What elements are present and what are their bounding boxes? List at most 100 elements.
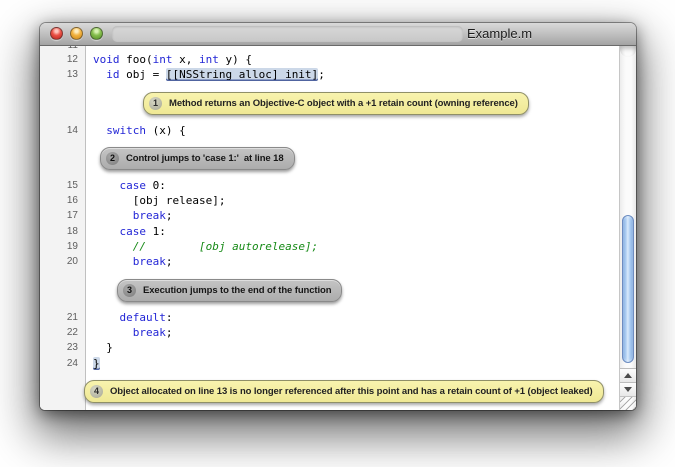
line-number: 13 xyxy=(40,67,85,82)
code-rows: 12void foo(int x, int y) {13 id obj = [[… xyxy=(40,52,619,403)
arrow-up-icon xyxy=(624,369,632,378)
close-button[interactable] xyxy=(50,27,63,40)
code-segment xyxy=(93,225,120,238)
code-text: break; xyxy=(85,325,619,340)
code-segment: case xyxy=(120,225,147,238)
scroll-down-button[interactable] xyxy=(620,382,636,396)
arrow-down-icon xyxy=(624,387,632,396)
code-text: [obj release]; xyxy=(85,193,619,208)
code-text: case 1: xyxy=(85,224,619,239)
line-number xyxy=(40,380,85,403)
code-line: 15 case 0: xyxy=(40,178,619,193)
code-line: 17 break; xyxy=(40,208,619,223)
code-segment: (x) { xyxy=(146,124,186,137)
annotation-row: 2 Control jumps to 'case 1:' at line 18 xyxy=(40,147,619,170)
code-segment: ; xyxy=(166,255,173,268)
code-text: void foo(int x, int y) { xyxy=(85,52,619,67)
code-segment: 0: xyxy=(146,179,166,192)
code-text: default: xyxy=(85,310,619,325)
bubble-number-badge: 1 xyxy=(149,97,162,110)
bubble-text: Execution jumps to the end of the functi… xyxy=(143,285,331,296)
code-segment: : xyxy=(166,311,173,324)
code-segment: // [obj autorelease]; xyxy=(133,240,318,253)
code-segment: foo( xyxy=(120,53,153,66)
code-line: 23 } xyxy=(40,340,619,355)
resize-grip-icon[interactable] xyxy=(620,396,636,410)
line-number: 19 xyxy=(40,239,85,254)
code-text: case 0: xyxy=(85,178,619,193)
titlebar-strip xyxy=(112,26,463,42)
code-segment: x, xyxy=(173,53,200,66)
code-segment: case xyxy=(120,179,147,192)
editor-content: 11 12void foo(int x, int y) {13 id obj =… xyxy=(40,46,636,410)
code-line: 21 default: xyxy=(40,310,619,325)
code-segment xyxy=(93,311,120,324)
line-number: 18 xyxy=(40,224,85,239)
code-text: } xyxy=(85,356,619,371)
line-number xyxy=(40,147,85,170)
code-segment: default xyxy=(120,311,166,324)
line-number: 22 xyxy=(40,325,85,340)
annotation-cell: 2 Control jumps to 'case 1:' at line 18 xyxy=(85,147,619,170)
line-number: 17 xyxy=(40,208,85,223)
analyzer-bubble-1: 1 Method returns an Objective-C object wi… xyxy=(143,92,529,115)
code-text: break; xyxy=(85,208,619,223)
code-segment: break xyxy=(133,255,166,268)
code-segment: [obj release]; xyxy=(93,194,225,207)
analyzer-highlight: } xyxy=(93,357,100,370)
analyzer-bubble-2: 2 Control jumps to 'case 1:' at line 18 xyxy=(100,147,295,170)
desktop-background: Example.m 11 12void foo(int x, int y) {1… xyxy=(0,0,675,467)
code-segment: } xyxy=(93,341,113,354)
line-number xyxy=(40,279,85,302)
line-number: 20 xyxy=(40,254,85,269)
bubble-number-badge: 3 xyxy=(123,284,136,297)
line-number: 23 xyxy=(40,340,85,355)
traffic-lights xyxy=(50,27,103,40)
annotation-row: 4 Object allocated on line 13 is no longe… xyxy=(40,380,619,403)
vertical-scrollbar[interactable] xyxy=(619,46,636,410)
code-segment xyxy=(93,240,133,253)
analyzer-highlight: [[NSString alloc] init] xyxy=(166,68,318,81)
code-text: switch (x) { xyxy=(85,123,619,138)
zoom-button[interactable] xyxy=(90,27,103,40)
analyzer-bubble-4: 4 Object allocated on line 13 is no longe… xyxy=(84,380,604,403)
line-number: 24 xyxy=(40,356,85,371)
line-number: 14 xyxy=(40,123,85,138)
line-number: 16 xyxy=(40,193,85,208)
line-number: 12 xyxy=(40,52,85,67)
code-pane[interactable]: 11 12void foo(int x, int y) {13 id obj =… xyxy=(40,46,619,410)
code-segment: break xyxy=(133,326,166,339)
code-text: } xyxy=(85,340,619,355)
code-segment: switch xyxy=(106,124,146,137)
code-segment xyxy=(93,68,106,81)
bubble-text: Control jumps to 'case 1:' at line 18 xyxy=(126,153,284,164)
bubble-number-badge: 2 xyxy=(106,152,119,165)
bubble-text: Method returns an Objective-C object wit… xyxy=(169,98,518,109)
annotation-cell: 1 Method returns an Objective-C object wi… xyxy=(85,92,619,115)
scrollbar-track-cap xyxy=(620,46,636,57)
titlebar[interactable]: Example.m xyxy=(40,23,636,46)
window-title: Example.m xyxy=(467,23,532,45)
code-line: 13 id obj = [[NSString alloc] init]; xyxy=(40,67,619,82)
line-number: 15 xyxy=(40,178,85,193)
code-segment: ; xyxy=(166,209,173,222)
window: Example.m 11 12void foo(int x, int y) {1… xyxy=(40,23,636,410)
annotation-cell: 3 Execution jumps to the end of the funct… xyxy=(85,279,619,302)
scrollbar-thumb[interactable] xyxy=(622,215,634,363)
code-text: // [obj autorelease]; xyxy=(85,239,619,254)
line-number xyxy=(40,92,85,115)
line-number: 21 xyxy=(40,310,85,325)
code-line: 22 break; xyxy=(40,325,619,340)
bubble-text: Object allocated on line 13 is no longer… xyxy=(110,386,593,397)
analyzer-bubble-3: 3 Execution jumps to the end of the funct… xyxy=(117,279,342,302)
code-line: 18 case 1: xyxy=(40,224,619,239)
code-line: 12void foo(int x, int y) { xyxy=(40,52,619,67)
code-segment xyxy=(93,124,106,137)
annotation-cell: 4 Object allocated on line 13 is no longe… xyxy=(85,380,619,403)
code-segment: obj = xyxy=(120,68,166,81)
scroll-up-button[interactable] xyxy=(620,368,636,382)
code-segment: ; xyxy=(166,326,173,339)
minimize-button[interactable] xyxy=(70,27,83,40)
bubble-number-badge: 4 xyxy=(90,385,103,398)
code-segment: 1: xyxy=(146,225,166,238)
